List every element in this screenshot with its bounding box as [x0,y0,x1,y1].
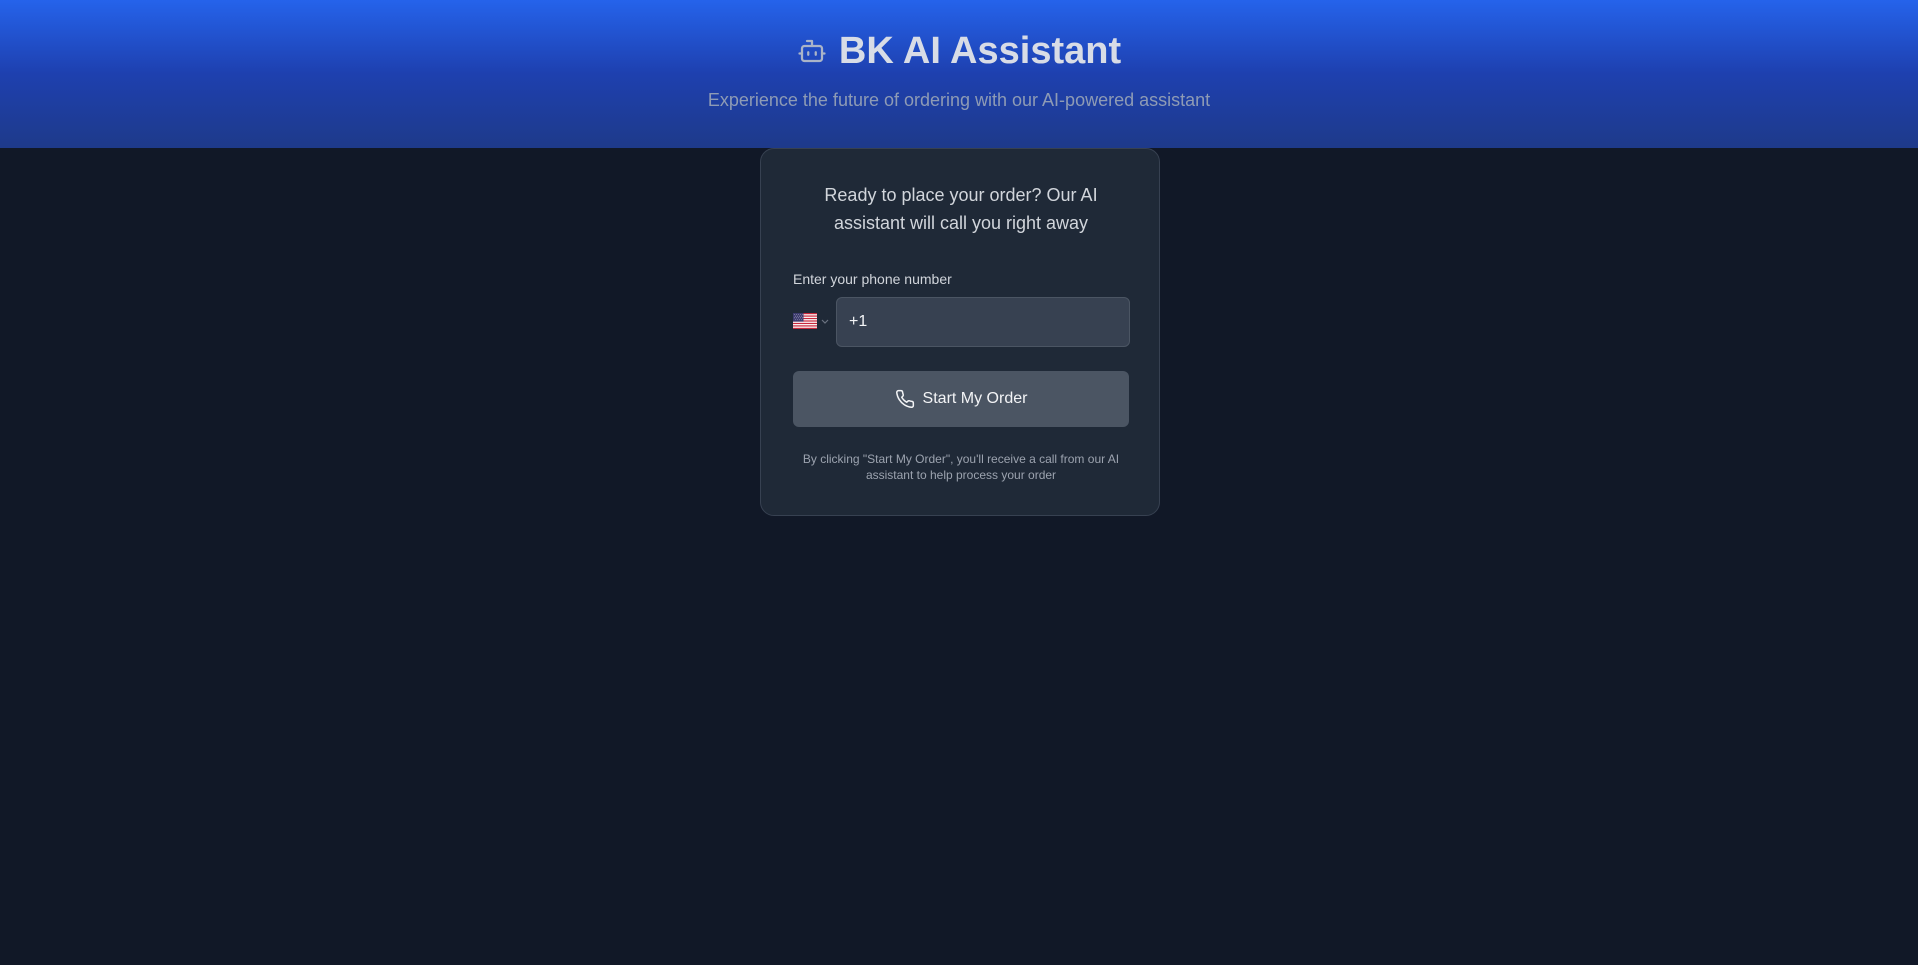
phone-input[interactable] [836,297,1130,347]
order-card: Ready to place your order? Our AI assist… [760,148,1160,516]
country-selector[interactable] [793,313,830,329]
phone-icon [895,389,915,409]
chevron-down-icon [821,319,829,324]
start-order-button[interactable]: Start My Order [793,371,1129,427]
bot-icon [797,36,827,66]
title-row: BK AI Assistant [0,28,1918,74]
page-subtitle: Experience the future of ordering with o… [707,90,1211,110]
card-heading: Ready to place your order? Our AI assist… [824,185,1098,233]
phone-label: Enter your phone number [793,271,952,287]
page-title: BK AI Assistant [838,30,1122,72]
us-flag-icon [793,313,817,329]
start-order-label: Start My Order [922,390,1028,407]
header-banner: BK AI Assistant Experience the future of… [0,0,1918,148]
disclaimer-text: By clicking "Start My Order", you'll rec… [802,452,1120,482]
